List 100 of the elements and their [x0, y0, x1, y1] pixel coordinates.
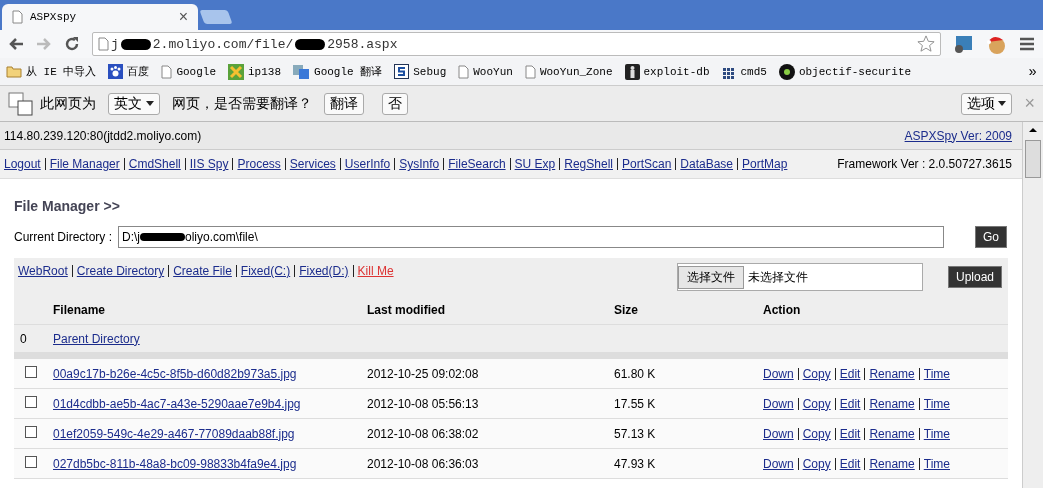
translate-button[interactable]: 否	[381, 92, 408, 115]
action-link[interactable]: Kill Me	[357, 264, 394, 278]
nav-link[interactable]: DataBase	[680, 157, 734, 171]
action-link[interactable]: Create Directory	[76, 264, 165, 278]
bookmark-item[interactable]: ip138	[228, 63, 282, 80]
page-icon	[524, 64, 536, 79]
bookmark-item[interactable]: objectif-securite	[778, 63, 912, 80]
action-link[interactable]: Edit	[839, 366, 861, 381]
translate-button[interactable]: 翻译	[323, 92, 364, 115]
file-link[interactable]: 027db5bc-811b-48a8-bc09-98833b4fa9e4.jpg	[53, 456, 297, 471]
checkbox[interactable]	[25, 456, 37, 468]
browser-tab[interactable]: ASPXspy ×	[2, 4, 198, 30]
table-cell-text: 47.93 K	[614, 456, 657, 471]
table-cell-text: 17.55 K	[614, 396, 657, 411]
action-link[interactable]: Edit	[839, 426, 861, 441]
file-link[interactable]: 01d4cdbb-ae5b-4ac7-a43e-5290aae7e9b4.jpg	[53, 396, 301, 411]
nav-link[interactable]: Process	[237, 157, 281, 171]
go-button[interactable]: Go	[975, 226, 1007, 248]
options-dropdown[interactable]: 选项	[960, 92, 1013, 115]
nav-link[interactable]: PortMap	[742, 157, 788, 171]
action-link[interactable]: Time	[923, 366, 950, 381]
upload-button[interactable]: Upload	[947, 266, 1002, 288]
bookmark-label: Google 翻译	[314, 65, 383, 79]
nav-link[interactable]: File Manager	[49, 157, 120, 171]
redaction-mark	[120, 38, 151, 50]
address-bar[interactable]: j 2.moliyo.com/file/ 2958.aspx	[92, 32, 941, 56]
bookmark-item[interactable]: cmd5	[721, 64, 767, 79]
bookmark-label: cmd5	[740, 65, 767, 78]
action-link[interactable]: Down	[763, 396, 794, 411]
url-text: 2.moliyo.com/file/	[152, 36, 294, 52]
action-link[interactable]: Down	[763, 456, 794, 471]
parent-directory-link[interactable]: Parent Directory	[53, 331, 367, 346]
page-icon	[98, 37, 109, 51]
column-header: Size	[614, 303, 639, 317]
nav-link[interactable]: UserInfo	[344, 157, 391, 171]
action-link[interactable]: Copy	[802, 366, 831, 381]
action-link[interactable]: Rename	[869, 396, 915, 411]
action-link[interactable]: Fixed(C:)	[240, 264, 291, 278]
action-link[interactable]: Copy	[802, 426, 831, 441]
action-link[interactable]: Copy	[802, 396, 831, 411]
more-bookmarks-icon[interactable]: »	[1028, 63, 1037, 80]
action-link[interactable]: Down	[763, 366, 794, 381]
extension-icon[interactable]	[953, 34, 973, 54]
bookmark-item[interactable]: WooYun_Zone	[524, 64, 613, 79]
action-link[interactable]: Fixed(D:)	[299, 264, 349, 278]
reload-icon[interactable]	[64, 36, 80, 52]
action-link[interactable]: Rename	[869, 366, 915, 381]
nav-link[interactable]: Services	[289, 157, 336, 171]
close-icon[interactable]: ×	[178, 8, 188, 26]
caret-icon	[145, 101, 154, 107]
checkbox[interactable]	[25, 396, 37, 408]
host-label: 114.80.239.120:80(jtdd2.moliyo.com)	[4, 128, 202, 143]
bookmark-label: 百度	[127, 65, 150, 79]
directory-field[interactable]: D:\j oliyo.com\file\	[118, 226, 944, 248]
paw-icon	[108, 64, 124, 79]
action-link[interactable]: Copy	[802, 456, 831, 471]
bookmark-item[interactable]: Sebug	[394, 64, 447, 79]
column-header: Last modified	[367, 303, 446, 317]
action-link[interactable]: Time	[923, 456, 950, 471]
action-link[interactable]: WebRoot	[18, 264, 68, 278]
bookmark-item[interactable]: Google	[161, 64, 216, 79]
table-cell-text: 61.80 K	[614, 366, 657, 381]
file-link[interactable]: 01ef2059-549c-4e29-a467-77089daab88f.jpg	[53, 426, 295, 441]
action-link[interactable]: Rename	[869, 456, 915, 471]
nav-link[interactable]: IIS Spy	[189, 157, 229, 171]
section-title: File Manager >>	[14, 198, 121, 214]
file-link[interactable]: 00a9c17b-b26e-4c5c-8f5b-d60d82b973a5.jpg	[53, 366, 297, 381]
action-link[interactable]: Edit	[839, 456, 861, 471]
nav-link[interactable]: SysInfo	[399, 157, 440, 171]
bookmark-item[interactable]: 百度	[108, 64, 150, 79]
bookmark-item[interactable]: 从 IE 中导入	[6, 64, 97, 79]
action-link[interactable]: Rename	[869, 426, 915, 441]
scrollbar[interactable]	[1022, 122, 1043, 488]
nav-link[interactable]: PortScan	[621, 157, 672, 171]
directory-label: Current Directory :	[14, 230, 113, 244]
bookmark-item[interactable]: Google 翻译	[293, 64, 383, 79]
star-icon[interactable]	[917, 35, 935, 53]
checkbox[interactable]	[25, 426, 37, 438]
bookmark-item[interactable]: exploit-db	[624, 63, 710, 80]
back-icon[interactable]	[8, 37, 24, 51]
figure-icon	[624, 63, 640, 80]
nav-link[interactable]: FileSearch	[448, 157, 506, 171]
translate-prompt: 网页，是否需要翻译？	[171, 94, 312, 113]
version-link[interactable]: ASPXSpy Ver: 2009	[904, 128, 1012, 143]
nav-link[interactable]: SU Exp	[514, 157, 556, 171]
language-dropdown[interactable]: 英文	[108, 92, 160, 115]
menu-icon[interactable]	[1019, 37, 1035, 51]
nav-link[interactable]: CmdShell	[128, 157, 181, 171]
bookmark-item[interactable]: WooYun	[458, 64, 513, 79]
checkbox[interactable]	[25, 366, 37, 378]
action-link[interactable]: Create File	[173, 264, 232, 278]
file-input[interactable]: 选择文件 未选择文件	[676, 263, 923, 291]
scroll-thumb[interactable]	[1025, 140, 1041, 178]
nav-link[interactable]: RegShell	[564, 157, 613, 171]
action-link[interactable]: Down	[763, 426, 794, 441]
action-link[interactable]: Time	[923, 396, 950, 411]
nav-link[interactable]: Logout	[4, 157, 41, 171]
bookmark-label: WooYun	[473, 65, 513, 78]
action-link[interactable]: Time	[923, 426, 950, 441]
action-link[interactable]: Edit	[839, 396, 861, 411]
